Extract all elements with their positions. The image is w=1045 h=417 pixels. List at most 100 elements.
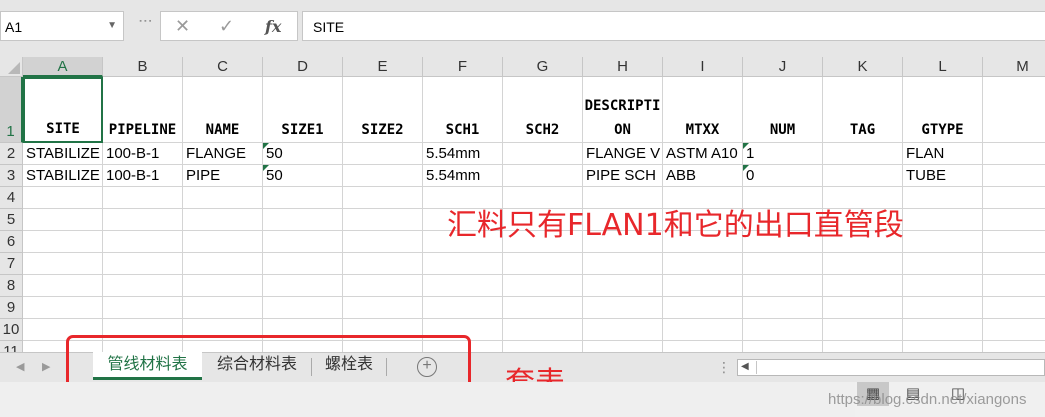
chevron-down-icon[interactable]: ▼ — [107, 20, 117, 31]
empty-cell[interactable] — [903, 231, 983, 253]
header-cell-b[interactable]: PIPELINE — [103, 77, 183, 143]
data-cell[interactable]: FLANGE — [183, 143, 263, 165]
header-cell-a[interactable]: SITE — [23, 77, 103, 143]
empty-cell[interactable] — [583, 297, 663, 319]
row-header-9[interactable]: 9 — [0, 297, 23, 319]
empty-cell[interactable] — [663, 297, 743, 319]
data-cell[interactable]: 100-B-1 — [103, 143, 183, 165]
insert-function-icon[interactable]: fx — [265, 17, 281, 36]
empty-cell[interactable] — [823, 341, 903, 352]
formula-input[interactable]: SITE — [302, 11, 1045, 41]
empty-cell[interactable] — [743, 319, 823, 341]
data-cell[interactable] — [983, 143, 1045, 165]
error-indicator-icon[interactable] — [263, 165, 269, 171]
header-cell-g[interactable]: SCH2 — [503, 77, 583, 143]
empty-cell[interactable] — [343, 253, 423, 275]
data-cell[interactable] — [983, 165, 1045, 187]
empty-cell[interactable] — [503, 319, 583, 341]
empty-cell[interactable] — [503, 341, 583, 352]
empty-cell[interactable] — [823, 319, 903, 341]
next-sheet-icon[interactable]: ▶ — [42, 360, 50, 373]
empty-cell[interactable] — [503, 253, 583, 275]
error-indicator-icon[interactable] — [743, 165, 749, 171]
empty-cell[interactable] — [743, 275, 823, 297]
data-cell[interactable]: 50 — [263, 143, 343, 165]
empty-cell[interactable] — [103, 231, 183, 253]
header-cell-f[interactable]: SCH1 — [423, 77, 503, 143]
column-header-h[interactable]: H — [583, 57, 663, 77]
empty-cell[interactable] — [903, 341, 983, 352]
data-cell[interactable]: STABILIZE — [23, 143, 103, 165]
empty-cell[interactable] — [423, 253, 503, 275]
empty-cell[interactable] — [103, 275, 183, 297]
data-cell[interactable]: 5.54mm — [423, 165, 503, 187]
empty-cell[interactable] — [103, 187, 183, 209]
empty-cell[interactable] — [263, 253, 343, 275]
header-cell-c[interactable]: NAME — [183, 77, 263, 143]
empty-cell[interactable] — [583, 319, 663, 341]
empty-cell[interactable] — [343, 275, 423, 297]
empty-cell[interactable] — [663, 319, 743, 341]
column-header-l[interactable]: L — [903, 57, 983, 77]
empty-cell[interactable] — [423, 297, 503, 319]
column-header-m[interactable]: M — [983, 57, 1045, 77]
column-header-b[interactable]: B — [103, 57, 183, 77]
prev-sheet-icon[interactable]: ◀ — [16, 360, 24, 373]
empty-cell[interactable] — [263, 209, 343, 231]
column-header-k[interactable]: K — [823, 57, 903, 77]
column-header-a[interactable]: A — [23, 57, 103, 77]
data-cell[interactable]: FLANGE V — [583, 143, 663, 165]
empty-cell[interactable] — [183, 187, 263, 209]
empty-cell[interactable] — [823, 297, 903, 319]
empty-cell[interactable] — [663, 253, 743, 275]
row-header-3[interactable]: 3 — [0, 165, 23, 187]
empty-cell[interactable] — [343, 209, 423, 231]
data-cell[interactable]: 100-B-1 — [103, 165, 183, 187]
column-header-c[interactable]: C — [183, 57, 263, 77]
empty-cell[interactable] — [583, 341, 663, 352]
data-cell[interactable] — [343, 143, 423, 165]
empty-cell[interactable] — [903, 209, 983, 231]
empty-cell[interactable] — [823, 275, 903, 297]
empty-cell[interactable] — [983, 275, 1045, 297]
empty-cell[interactable] — [263, 187, 343, 209]
empty-cell[interactable] — [903, 187, 983, 209]
empty-cell[interactable] — [743, 253, 823, 275]
column-header-i[interactable]: I — [663, 57, 743, 77]
row-header-8[interactable]: 8 — [0, 275, 23, 297]
data-cell[interactable] — [503, 165, 583, 187]
drag-handle-icon[interactable]: ⋮ — [138, 14, 154, 29]
data-cell[interactable]: STABILIZE — [23, 165, 103, 187]
empty-cell[interactable] — [183, 231, 263, 253]
empty-cell[interactable] — [663, 275, 743, 297]
empty-cell[interactable] — [983, 341, 1045, 352]
empty-cell[interactable] — [103, 297, 183, 319]
header-cell-i[interactable]: MTXX — [663, 77, 743, 143]
empty-cell[interactable] — [903, 275, 983, 297]
data-cell[interactable]: 1 — [743, 143, 823, 165]
empty-cell[interactable] — [343, 231, 423, 253]
error-indicator-icon[interactable] — [263, 143, 269, 149]
empty-cell[interactable] — [183, 253, 263, 275]
empty-cell[interactable] — [743, 341, 823, 352]
data-cell[interactable]: TUBE — [903, 165, 983, 187]
empty-cell[interactable] — [183, 297, 263, 319]
empty-cell[interactable] — [983, 297, 1045, 319]
data-cell[interactable] — [823, 165, 903, 187]
data-cell[interactable]: 5.54mm — [423, 143, 503, 165]
row-header-11[interactable]: 11 — [0, 341, 23, 352]
empty-cell[interactable] — [503, 297, 583, 319]
select-all-corner[interactable] — [0, 57, 23, 77]
empty-cell[interactable] — [823, 253, 903, 275]
empty-cell[interactable] — [23, 253, 103, 275]
empty-cell[interactable] — [23, 231, 103, 253]
header-cell-m[interactable] — [983, 77, 1045, 143]
empty-cell[interactable] — [23, 297, 103, 319]
header-cell-e[interactable]: SIZE2 — [343, 77, 423, 143]
header-cell-k[interactable]: TAG — [823, 77, 903, 143]
empty-cell[interactable] — [23, 187, 103, 209]
header-cell-h[interactable]: DESCRIPTION — [583, 77, 663, 143]
empty-cell[interactable] — [103, 209, 183, 231]
empty-cell[interactable] — [983, 231, 1045, 253]
empty-cell[interactable] — [103, 253, 183, 275]
